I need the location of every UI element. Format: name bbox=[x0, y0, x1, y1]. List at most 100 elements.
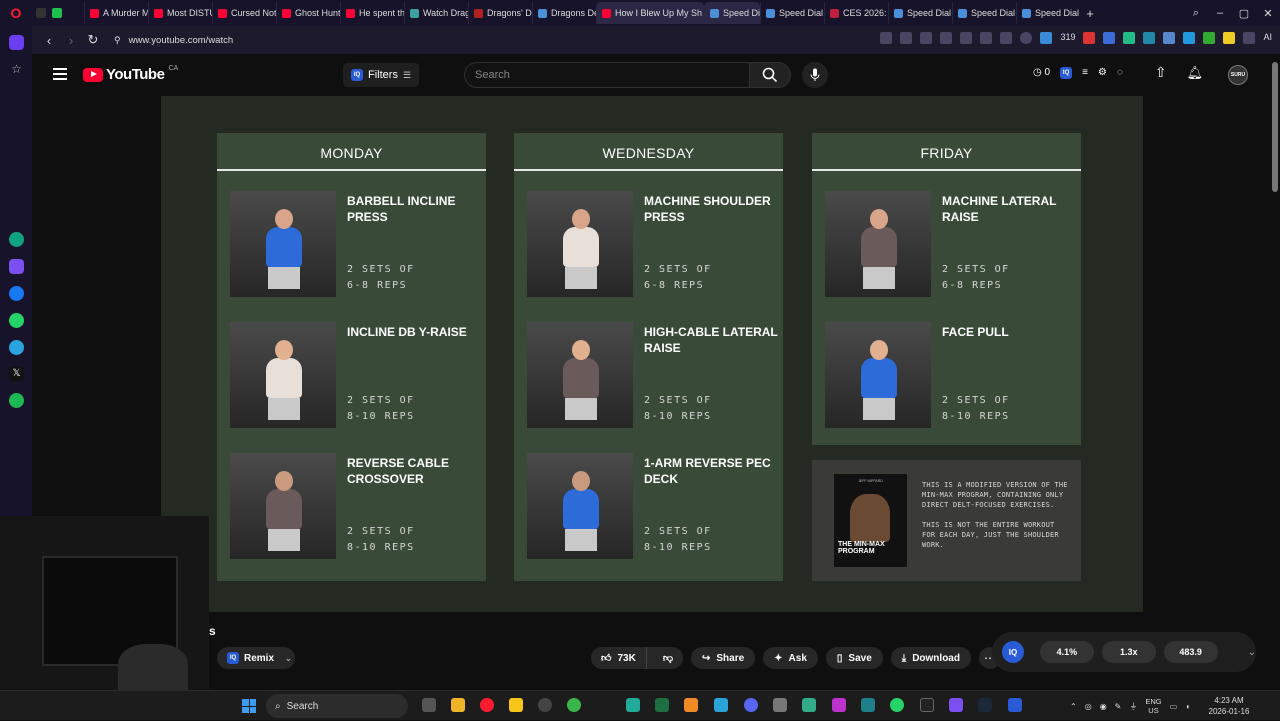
app-icon[interactable] bbox=[802, 698, 816, 712]
youtube-logo[interactable]: YouTube CA bbox=[83, 65, 178, 83]
timer-icon[interactable]: ◷ 0 bbox=[1033, 67, 1050, 78]
minimize-button[interactable]: – bbox=[1208, 7, 1232, 19]
star-icon[interactable]: ☆ bbox=[9, 62, 24, 77]
stat-value[interactable]: 1.3x bbox=[1101, 641, 1156, 663]
browser-tab[interactable]: Ghost Huntin bbox=[276, 2, 340, 24]
app-icon[interactable] bbox=[538, 698, 552, 712]
tray-app-icon[interactable]: ◎ bbox=[1085, 702, 1092, 711]
extension-badge[interactable]: 319 bbox=[1060, 32, 1075, 44]
share-button[interactable]: ↪ Share bbox=[690, 647, 756, 669]
notifications-bell-icon[interactable]: 🔔︎ bbox=[1187, 65, 1204, 81]
taskbar-search[interactable]: ⌕ Search bbox=[266, 694, 408, 718]
chat-icon[interactable]: ◌ bbox=[1117, 67, 1123, 78]
opera-icon[interactable] bbox=[480, 698, 494, 712]
chatgpt-icon[interactable] bbox=[9, 232, 24, 247]
menu-icon[interactable] bbox=[53, 68, 67, 83]
extension-icon[interactable] bbox=[880, 32, 893, 44]
browser-tab[interactable]: Cursed Note bbox=[212, 2, 276, 24]
app-icon[interactable] bbox=[714, 698, 728, 712]
filters-button[interactable]: IQ Filters ☰ bbox=[343, 63, 420, 87]
pinned-tab-icon[interactable] bbox=[52, 8, 62, 18]
stat-value[interactable]: 483.9 bbox=[1163, 641, 1218, 663]
like-button[interactable]: 👍︎ 73K bbox=[591, 647, 647, 669]
heart-icon[interactable] bbox=[960, 32, 973, 44]
chevron-down-icon[interactable]: ⌄ bbox=[1248, 647, 1256, 658]
telegram-icon[interactable] bbox=[9, 340, 24, 355]
app-icon[interactable] bbox=[567, 698, 581, 712]
extension-icon[interactable] bbox=[1183, 32, 1196, 44]
task-view-icon[interactable] bbox=[422, 698, 436, 712]
search-tabs-icon[interactable]: ⌕ bbox=[1184, 7, 1208, 20]
video-player[interactable]: MONDAY BARBELL INCLINE PRESS 2 SETS OF 6-8… bbox=[161, 96, 1143, 612]
browser-tab[interactable]: He spent the bbox=[340, 2, 404, 24]
opera-logo-icon[interactable]: O bbox=[0, 0, 32, 26]
download-button[interactable]: ⤓ Download bbox=[890, 647, 971, 669]
site-info-icon[interactable]: ⚲ bbox=[114, 35, 121, 46]
steam-icon[interactable] bbox=[978, 698, 992, 712]
browser-tab[interactable]: How I Blew Up My Sh bbox=[596, 2, 704, 24]
language-indicator[interactable]: ENG US bbox=[1145, 697, 1161, 715]
whatsapp-icon[interactable] bbox=[9, 313, 24, 328]
app-icon[interactable] bbox=[509, 698, 523, 712]
browser-tab[interactable]: Speed Di✕ bbox=[704, 2, 760, 24]
ask-button[interactable]: ✦ Ask bbox=[763, 647, 818, 669]
windows-start-icon[interactable] bbox=[242, 699, 256, 713]
camera-icon[interactable] bbox=[900, 32, 913, 44]
search-input[interactable]: Search bbox=[464, 62, 750, 88]
discord-icon[interactable] bbox=[744, 698, 758, 712]
extension-icon[interactable] bbox=[1083, 32, 1096, 44]
download-icon[interactable] bbox=[980, 32, 993, 44]
voice-search-button[interactable] bbox=[802, 62, 828, 88]
page-scrollbar[interactable] bbox=[1272, 62, 1278, 192]
browser-tab[interactable]: Dragons Den bbox=[532, 2, 596, 24]
browser-tab[interactable]: Watch Drago bbox=[404, 2, 468, 24]
app-icon[interactable] bbox=[626, 698, 640, 712]
reload-button[interactable]: ↻ bbox=[82, 32, 104, 48]
network-icon[interactable]: ▭ bbox=[1170, 702, 1178, 711]
app-icon[interactable] bbox=[1008, 698, 1022, 712]
browser-tab[interactable]: Speed Dial bbox=[888, 2, 952, 24]
whatsapp-icon[interactable] bbox=[890, 698, 904, 712]
app-icon[interactable] bbox=[861, 698, 875, 712]
maximize-button[interactable]: ▢ bbox=[1232, 7, 1256, 20]
extension-icon[interactable] bbox=[1223, 32, 1236, 44]
browser-tab[interactable]: Speed Dial bbox=[952, 2, 1016, 24]
dislike-button[interactable]: 👎︎ bbox=[653, 652, 683, 664]
extensions-icon[interactable] bbox=[1243, 32, 1256, 44]
pinned-tab-icon[interactable] bbox=[36, 8, 46, 18]
app-icon[interactable] bbox=[773, 698, 787, 712]
menu-icon[interactable] bbox=[1000, 32, 1013, 44]
browser-tab[interactable]: CES 2026: 20 bbox=[824, 2, 888, 24]
list-icon[interactable]: ≡ bbox=[1082, 67, 1088, 78]
save-button[interactable]: ▯ Save bbox=[825, 647, 883, 669]
app-icon[interactable] bbox=[949, 698, 963, 712]
browser-tab[interactable]: A Murder My bbox=[84, 2, 148, 24]
tray-app-icon[interactable]: ◉ bbox=[1100, 702, 1107, 711]
remix-button[interactable]: IQ Remix ⌄ bbox=[217, 647, 295, 669]
extension-icon[interactable] bbox=[1163, 32, 1176, 44]
new-tab-button[interactable]: + bbox=[1080, 6, 1100, 21]
back-button[interactable]: ‹ bbox=[38, 33, 60, 48]
url-text[interactable]: www.youtube.com/watch bbox=[129, 35, 234, 46]
microphone-icon[interactable]: ⏚ bbox=[1129, 701, 1137, 712]
spotify-icon[interactable] bbox=[9, 393, 24, 408]
extension-icon[interactable] bbox=[1123, 32, 1136, 44]
browser-tab[interactable]: Speed Dial bbox=[1016, 2, 1080, 24]
extension-icon[interactable] bbox=[1103, 32, 1116, 44]
x-icon[interactable]: 𝕏 bbox=[9, 366, 24, 381]
extension-icon[interactable] bbox=[920, 32, 933, 44]
tray-app-icon[interactable]: ✎ bbox=[1115, 702, 1122, 711]
chevron-up-icon[interactable]: ⌃ bbox=[1070, 702, 1077, 711]
messenger-icon[interactable] bbox=[9, 286, 24, 301]
extension-icon[interactable]: ⚙ bbox=[1098, 67, 1107, 78]
extension-icon[interactable] bbox=[1203, 32, 1216, 44]
channel-name[interactable]: s bbox=[209, 624, 216, 638]
profile-icon[interactable] bbox=[1020, 32, 1033, 44]
extension-icon[interactable] bbox=[1143, 32, 1156, 44]
ai-button[interactable]: AI bbox=[1263, 32, 1272, 44]
extension-icon[interactable] bbox=[1040, 32, 1053, 44]
aria-icon[interactable] bbox=[9, 259, 24, 274]
excel-icon[interactable] bbox=[655, 698, 669, 712]
iq-icon[interactable]: IQ bbox=[1002, 641, 1024, 663]
forward-button[interactable]: › bbox=[60, 33, 82, 48]
